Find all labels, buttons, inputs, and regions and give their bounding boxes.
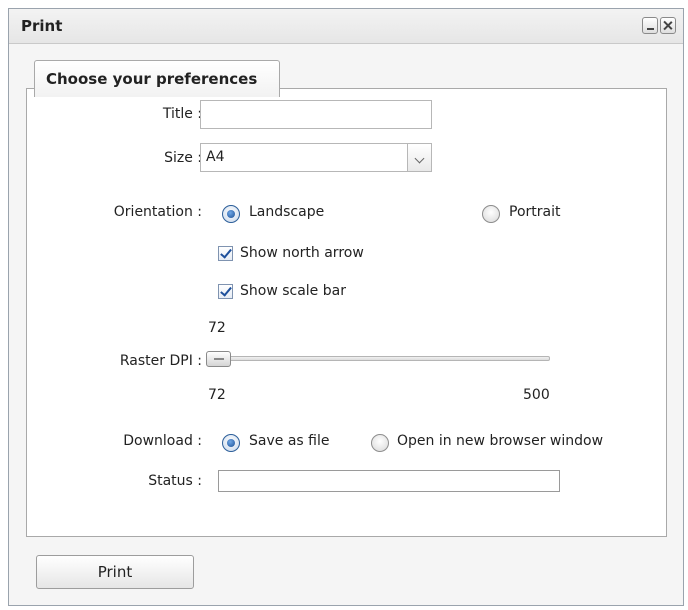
chevron-down-icon[interactable] [407,144,431,171]
scale-bar-checkbox[interactable] [218,284,233,299]
title-input[interactable] [200,100,432,129]
title-bar[interactable]: Print [9,9,683,44]
landscape-radio[interactable] [222,205,240,223]
north-arrow-label: Show north arrow [240,245,364,261]
tab-label: Choose your preferences [46,70,258,88]
dpi-slider-track[interactable] [220,356,550,361]
orientation-label: Orientation : [113,204,202,220]
open-new-window-label: Open in new browser window [397,433,604,449]
save-as-file-label: Save as file [249,433,330,449]
dpi-current-value: 72 [208,320,226,336]
print-button[interactable]: Print [36,555,194,589]
scale-bar-label: Show scale bar [240,283,346,299]
status-field [218,470,560,492]
dpi-min-label: 72 [208,387,226,403]
status-label: Status : [148,473,202,489]
size-value: A4 [206,149,225,165]
title-label: Title : [162,106,202,122]
save-as-file-radio[interactable] [222,434,240,452]
north-arrow-checkbox[interactable] [218,246,233,261]
tab-preferences[interactable]: Choose your preferences [34,60,280,97]
close-icon[interactable] [660,17,676,34]
open-new-window-radio[interactable] [371,434,389,452]
raster-dpi-label: Raster DPI : [119,353,202,369]
portrait-radio[interactable] [482,205,500,223]
portrait-label: Portrait [509,204,561,220]
download-label: Download : [123,433,202,449]
size-label: Size : [164,150,202,166]
dpi-slider-thumb[interactable] [206,351,231,367]
dpi-max-label: 500 [523,387,550,403]
size-select[interactable]: A4 [200,143,432,172]
landscape-label: Landscape [249,204,325,220]
minimize-icon[interactable] [642,17,658,34]
window-title: Print [21,17,63,35]
